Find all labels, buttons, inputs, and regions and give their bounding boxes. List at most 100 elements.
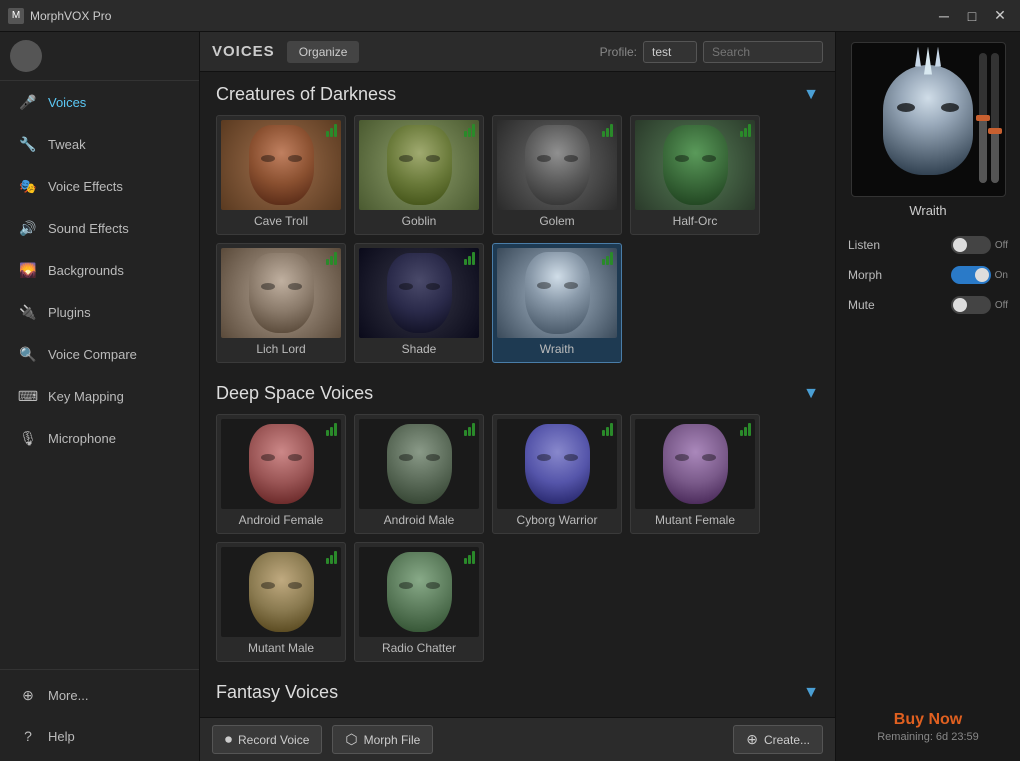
voice-card-img-radio-chatter xyxy=(359,547,479,637)
morph-file-icon: ⬡ xyxy=(345,731,357,748)
app-icon: M xyxy=(8,8,24,24)
buy-now-button[interactable]: Buy Now xyxy=(877,711,979,729)
sidebar-item-voice-effects[interactable]: 🎭 Voice Effects xyxy=(4,166,195,206)
voice-card-android-female[interactable]: Android Female xyxy=(216,414,346,534)
sidebar-item-label-key-mapping: Key Mapping xyxy=(48,389,124,404)
sidebar-item-key-mapping[interactable]: ⌨ Key Mapping xyxy=(4,376,195,416)
voice-card-golem[interactable]: Golem xyxy=(492,115,622,235)
voice-card-cave-troll[interactable]: Cave Troll xyxy=(216,115,346,235)
morph-toggle[interactable] xyxy=(951,266,991,284)
signal-bars xyxy=(326,124,337,137)
section-title-fantasy: Fantasy Voices xyxy=(216,682,338,703)
voice-card-half-orc[interactable]: Half-Orc xyxy=(630,115,760,235)
maximize-button[interactable]: □ xyxy=(960,6,984,26)
record-voice-button[interactable]: ⏺ Record Voice xyxy=(212,725,322,754)
mute-toggle-knob xyxy=(953,298,967,312)
voice-grid-creatures: Cave Troll Goblin xyxy=(216,115,819,363)
morph-toggle-with-text: On xyxy=(951,266,1008,284)
voice-card-label: Android Female xyxy=(221,509,341,529)
remaining-text: Remaining: 6d 23:59 xyxy=(877,731,979,743)
preview-name: Wraith xyxy=(909,203,946,218)
sidebar-item-label-plugins: Plugins xyxy=(48,305,91,320)
morph-toggle-row: Morph On xyxy=(844,260,1012,290)
voice-card-cyborg-warrior[interactable]: Cyborg Warrior xyxy=(492,414,622,534)
voice-card-shade[interactable]: Shade xyxy=(354,243,484,363)
profile-select[interactable]: test xyxy=(643,41,697,63)
minimize-button[interactable]: ─ xyxy=(932,6,956,26)
sidebar-top xyxy=(0,32,199,81)
listen-toggle[interactable] xyxy=(951,236,991,254)
sidebar-item-voice-compare[interactable]: 🔍 Voice Compare xyxy=(4,334,195,374)
mute-toggle-with-text: Off xyxy=(951,296,1008,314)
sidebar-item-help[interactable]: ? Help xyxy=(4,716,195,756)
voice-card-img-mutant-male xyxy=(221,547,341,637)
signal-bars xyxy=(326,551,337,564)
mute-toggle[interactable] xyxy=(951,296,991,314)
sidebar-item-backgrounds[interactable]: 🌄 Backgrounds xyxy=(4,250,195,290)
section-header-fantasy: Fantasy Voices ▼ xyxy=(216,682,819,703)
signal-bars xyxy=(602,124,613,137)
voice-card-android-male[interactable]: Android Male xyxy=(354,414,484,534)
avatar xyxy=(10,40,42,72)
profile-label: Profile: xyxy=(600,45,637,59)
voice-card-label: Wraith xyxy=(497,338,617,358)
morph-file-button[interactable]: ⬡ Morph File xyxy=(332,725,433,754)
search-input[interactable] xyxy=(703,41,823,63)
slider-track-2[interactable] xyxy=(991,53,999,183)
voice-card-radio-chatter[interactable]: Radio Chatter xyxy=(354,542,484,662)
sidebar-item-voices[interactable]: 🎤 Voices xyxy=(4,82,195,122)
help-icon: ? xyxy=(18,726,38,746)
slider-thumb-1[interactable] xyxy=(976,115,990,121)
section-collapse-arrow-creatures[interactable]: ▼ xyxy=(803,86,819,104)
sidebar-item-tweak[interactable]: 🔧 Tweak xyxy=(4,124,195,164)
signal-bars xyxy=(464,423,475,436)
voice-card-wraith[interactable]: Wraith xyxy=(492,243,622,363)
sidebar-item-sound-effects[interactable]: 🔊 Sound Effects xyxy=(4,208,195,248)
key-mapping-icon: ⌨ xyxy=(18,386,38,406)
main-content: VOICES Organize Profile: test Creatures … xyxy=(200,32,835,761)
voice-card-label: Radio Chatter xyxy=(359,637,479,657)
voice-card-mutant-male[interactable]: Mutant Male xyxy=(216,542,346,662)
slider-thumb-2[interactable] xyxy=(988,128,1002,134)
slider-fill-2 xyxy=(991,131,999,183)
voice-card-img-shade xyxy=(359,248,479,338)
sidebar-item-label-tweak: Tweak xyxy=(48,137,86,152)
app-body: 🎤 Voices 🔧 Tweak 🎭 Voice Effects 🔊 Sound… xyxy=(0,32,1020,761)
signal-bars xyxy=(464,551,475,564)
morph-label: Morph xyxy=(848,268,882,282)
listen-toggle-with-text: Off xyxy=(951,236,1008,254)
voice-card-goblin[interactable]: Goblin xyxy=(354,115,484,235)
voice-card-label: Golem xyxy=(497,210,617,230)
sidebar-item-more[interactable]: ⊕ More... xyxy=(4,675,195,715)
sidebar-item-label-backgrounds: Backgrounds xyxy=(48,263,124,278)
voices-scroll[interactable]: Creatures of Darkness ▼ Ca xyxy=(200,72,835,717)
sidebar-item-microphone[interactable]: 🎙 Microphone xyxy=(4,418,195,458)
sidebar-item-label-more: More... xyxy=(48,688,88,703)
section-title-creatures: Creatures of Darkness xyxy=(216,84,396,105)
close-button[interactable]: ✕ xyxy=(988,6,1012,26)
voice-card-img-halforc xyxy=(635,120,755,210)
sidebar-item-label-sound-effects: Sound Effects xyxy=(48,221,129,236)
backgrounds-icon: 🌄 xyxy=(18,260,38,280)
titlebar-controls: ─ □ ✕ xyxy=(932,6,1012,26)
morph-state: On xyxy=(995,270,1008,281)
voice-card-label: Goblin xyxy=(359,210,479,230)
panel-controls: Listen Off Morph On Mute xyxy=(844,230,1012,320)
signal-bars xyxy=(464,124,475,137)
slider-track-1[interactable] xyxy=(979,53,987,183)
sidebar-item-plugins[interactable]: 🔌 Plugins xyxy=(4,292,195,332)
voice-card-lich-lord[interactable]: Lich Lord xyxy=(216,243,346,363)
voice-card-mutant-female[interactable]: Mutant Female xyxy=(630,414,760,534)
voice-card-label: Cave Troll xyxy=(221,210,341,230)
organize-button[interactable]: Organize xyxy=(287,41,360,63)
morph-toggle-knob xyxy=(975,268,989,282)
mute-state: Off xyxy=(995,300,1008,311)
preview-box xyxy=(851,42,1006,197)
create-button[interactable]: ⊕ Create... xyxy=(733,725,823,754)
voice-card-img-android-female xyxy=(221,419,341,509)
section-collapse-arrow-deep-space[interactable]: ▼ xyxy=(803,385,819,403)
sidebar-item-label-voice-compare: Voice Compare xyxy=(48,347,137,362)
section-collapse-arrow-fantasy[interactable]: ▼ xyxy=(803,684,819,702)
voice-card-label: Mutant Male xyxy=(221,637,341,657)
voice-card-img-wraith xyxy=(497,248,617,338)
